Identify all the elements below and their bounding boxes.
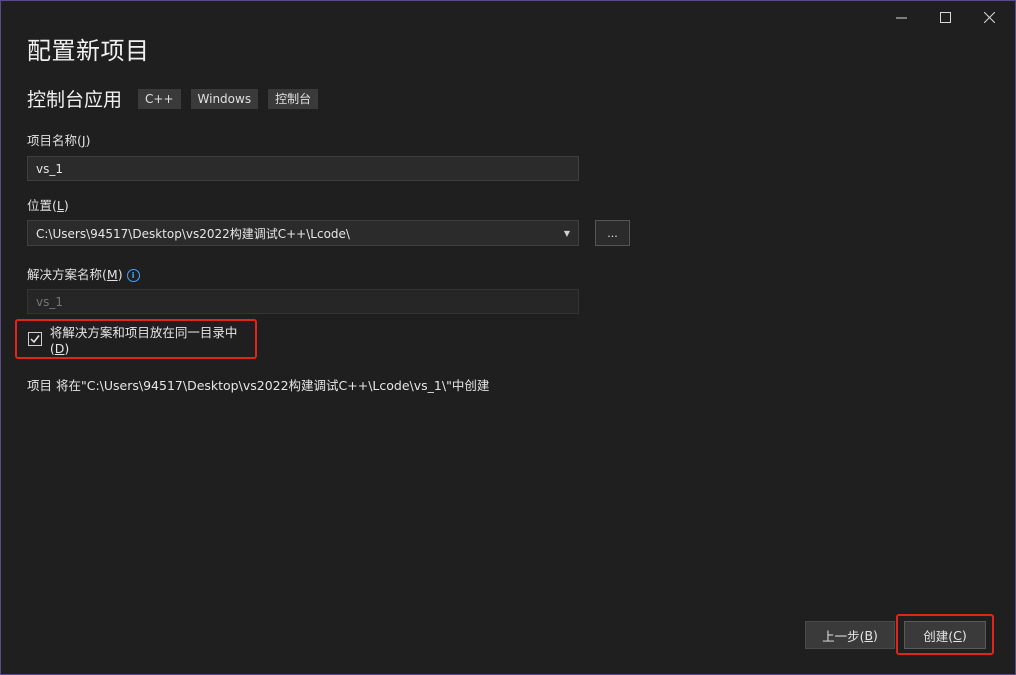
template-row: 控制台应用 C++ Windows 控制台	[27, 85, 328, 112]
chevron-down-icon: ▼	[563, 228, 570, 238]
maximize-button[interactable]	[923, 5, 967, 29]
solution-name-label: 解决方案名称(M) i	[27, 264, 140, 283]
minimize-button[interactable]	[879, 5, 923, 29]
back-button-suffix: )	[873, 627, 878, 643]
location-select[interactable]: C:\Users\94517\Desktop\vs2022构建调试C++\Lco…	[27, 220, 579, 246]
create-button[interactable]: 创建(C)	[904, 621, 986, 649]
project-name-input[interactable]	[27, 156, 579, 181]
create-button-key: C	[953, 627, 962, 643]
tag-type: 控制台	[268, 88, 319, 109]
solution-name-label-key: M	[106, 267, 118, 282]
minimize-icon	[895, 17, 907, 18]
solution-name-label-suffix: )	[117, 267, 123, 282]
checkmark-icon	[30, 335, 40, 344]
location-label-text: 位置(	[27, 198, 57, 213]
tag-platform: Windows	[190, 88, 259, 109]
solution-name-label-text: 解决方案名称(	[27, 267, 107, 282]
browse-button[interactable]: ...	[595, 220, 630, 246]
page-title: 配置新项目	[27, 37, 150, 65]
same-directory-option[interactable]: 将解决方案和项目放在同一目录中(D)	[15, 319, 257, 359]
solution-name-input	[27, 289, 579, 314]
create-button-suffix: )	[961, 627, 967, 643]
create-button-text: 创建(	[923, 628, 954, 644]
maximize-icon	[939, 11, 951, 23]
dialog-window: 配置新项目 控制台应用 C++ Windows 控制台 项目名称(J) 位置(L…	[0, 0, 1016, 675]
project-name-label-text: 项目名称(	[27, 133, 82, 148]
location-label-key: L	[56, 198, 64, 213]
back-button-key: B	[864, 627, 874, 643]
window-controls	[879, 5, 1011, 29]
project-name-label: 项目名称(J)	[27, 130, 90, 149]
project-name-label-suffix: )	[85, 133, 91, 148]
info-icon[interactable]: i	[126, 269, 140, 282]
close-button[interactable]	[967, 5, 1011, 29]
location-value: C:\Users\94517\Desktop\vs2022构建调试C++\Lco…	[36, 226, 350, 241]
back-button-text: 上一步(	[822, 628, 865, 644]
same-directory-label-suffix: )	[64, 341, 70, 356]
same-directory-checkbox[interactable]	[28, 332, 42, 346]
close-icon	[983, 11, 995, 23]
back-button[interactable]: 上一步(B)	[805, 621, 895, 649]
tag-language: C++	[138, 88, 181, 109]
template-name: 控制台应用	[27, 89, 123, 111]
same-directory-label: 将解决方案和项目放在同一目录中(D)	[50, 322, 255, 356]
same-directory-label-text: 将解决方案和项目放在同一目录中(	[49, 325, 238, 356]
creation-summary: 项目 将在"C:\Users\94517\Desktop\vs2022构建调试C…	[27, 378, 490, 393]
location-label: 位置(L)	[27, 195, 69, 214]
same-directory-label-key: D	[54, 341, 65, 356]
location-label-suffix: )	[63, 198, 69, 213]
